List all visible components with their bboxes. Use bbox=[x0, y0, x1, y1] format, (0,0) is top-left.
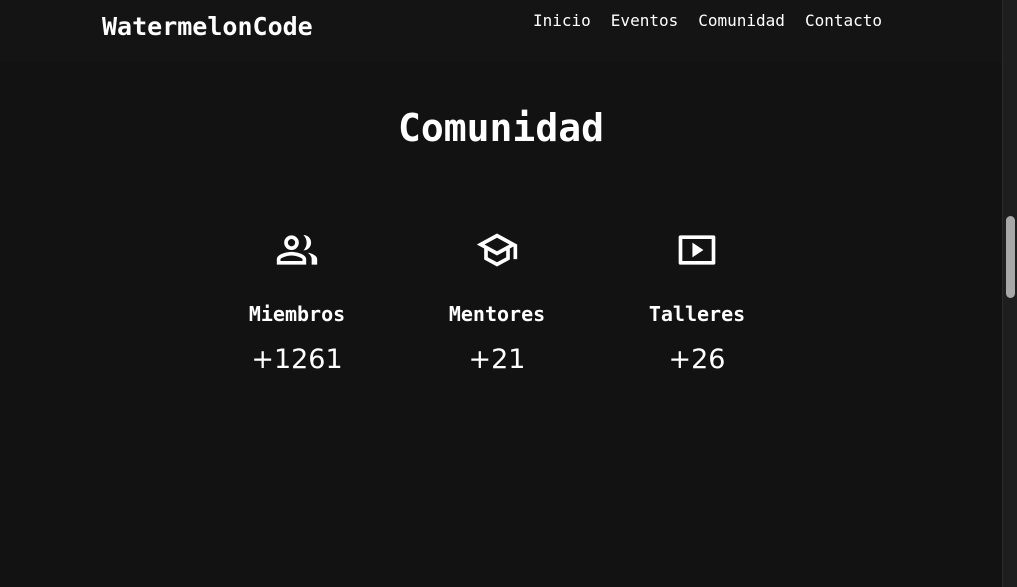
section-title: Comunidad bbox=[398, 106, 604, 150]
nav-link-inicio[interactable]: Inicio bbox=[533, 11, 591, 30]
stat-miembros: Miembros +1261 bbox=[197, 228, 397, 375]
page: WatermelonCode Inicio Eventos Comunidad … bbox=[0, 0, 1017, 587]
stat-talleres: Talleres +26 bbox=[597, 228, 797, 375]
brand-logo[interactable]: WatermelonCode bbox=[102, 12, 313, 41]
video-play-icon bbox=[675, 228, 719, 272]
scrollbar-thumb[interactable] bbox=[1006, 216, 1015, 298]
stat-label: Mentores bbox=[448, 302, 546, 326]
stat-value: +26 bbox=[668, 344, 726, 375]
stat-mentores: Mentores +21 bbox=[397, 228, 597, 375]
main-nav: Inicio Eventos Comunidad Contacto bbox=[533, 11, 882, 30]
vertical-scrollbar[interactable] bbox=[1002, 0, 1017, 587]
nav-link-contacto[interactable]: Contacto bbox=[805, 11, 882, 30]
community-stats: Miembros +1261 Mentores +21 Talleres +26 bbox=[197, 228, 797, 375]
nav-link-comunidad[interactable]: Comunidad bbox=[698, 11, 785, 30]
stat-value: +21 bbox=[468, 344, 526, 375]
nav-link-eventos[interactable]: Eventos bbox=[611, 11, 678, 30]
site-header: WatermelonCode Inicio Eventos Comunidad … bbox=[0, 0, 1002, 62]
graduation-cap-icon bbox=[475, 228, 519, 272]
stat-label: Miembros bbox=[248, 302, 346, 326]
stat-label: Talleres bbox=[648, 302, 746, 326]
stat-value: +1261 bbox=[251, 344, 343, 375]
people-icon bbox=[275, 228, 319, 272]
